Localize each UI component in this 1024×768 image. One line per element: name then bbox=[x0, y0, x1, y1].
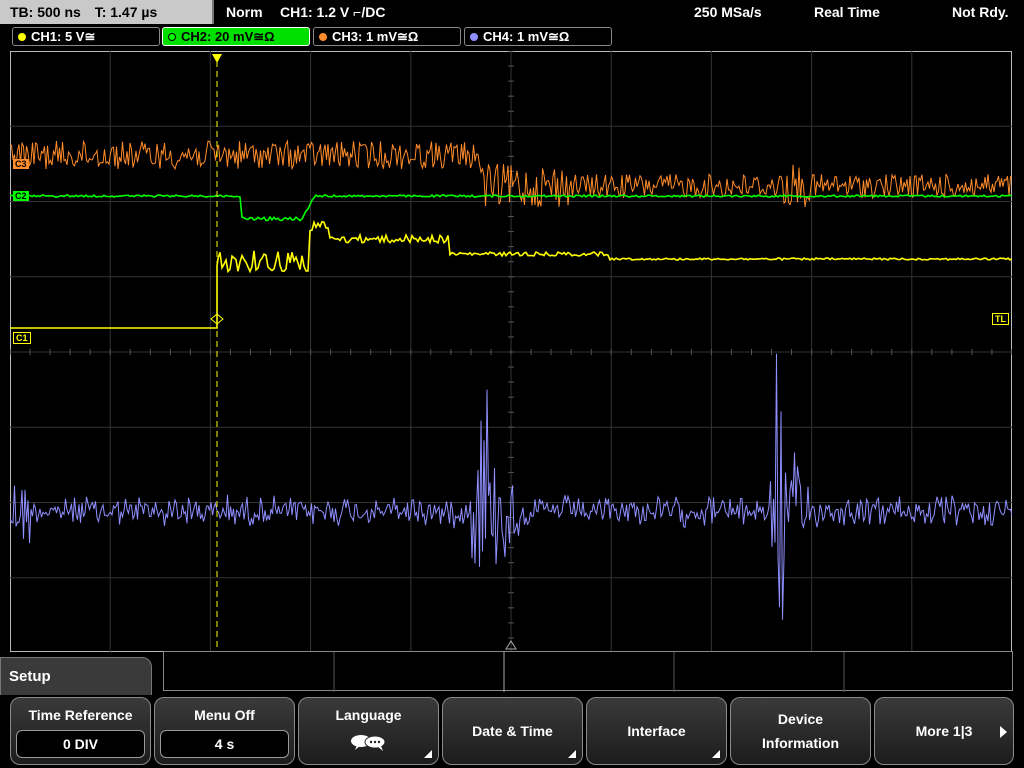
softkey-label: Interface bbox=[627, 723, 686, 739]
softkey-time-reference[interactable]: Time Reference 0 DIV bbox=[10, 697, 151, 765]
ch3-ref-label: C3 bbox=[15, 159, 27, 169]
ch4-color-dot bbox=[470, 33, 478, 41]
channel-label: CH4: 1 mV≅Ω bbox=[483, 29, 570, 44]
ch1-color-dot bbox=[18, 33, 26, 41]
ch2-ref-label: C2 bbox=[15, 191, 27, 201]
softkey-language[interactable]: Language bbox=[298, 697, 439, 765]
menu-off-value[interactable]: 4 s bbox=[160, 730, 289, 758]
softkey-more[interactable]: More 1|3 bbox=[874, 697, 1014, 765]
trigger-level-marker[interactable]: TL bbox=[992, 313, 1009, 325]
zoom-overview-strip[interactable] bbox=[163, 651, 1013, 692]
softkey-bar: Time Reference 0 DIV Menu Off 4 s Langua… bbox=[0, 695, 1024, 768]
submenu-corner-icon bbox=[568, 750, 576, 758]
softkey-label: Menu Off bbox=[194, 707, 255, 723]
channel-bar: CH1: 5 V≅ CH2: 20 mV≅Ω CH3: 1 mV≅Ω CH4: … bbox=[0, 24, 1024, 50]
ch3-color-dot bbox=[319, 33, 327, 41]
softkey-device-information[interactable]: Device Information bbox=[730, 697, 871, 765]
softkey-label: Device bbox=[777, 711, 824, 727]
sample-rate: 250 MSa/s bbox=[694, 4, 762, 20]
next-page-arrow-icon bbox=[1000, 726, 1007, 738]
softkey-interface[interactable]: Interface bbox=[586, 697, 727, 765]
submenu-corner-icon bbox=[712, 750, 720, 758]
channel-tab-ch3[interactable]: CH3: 1 mV≅Ω bbox=[313, 27, 461, 46]
trigger-time-value: T: 1.47 µs bbox=[94, 4, 158, 20]
trigger-mode[interactable]: Norm bbox=[226, 0, 263, 24]
softkey-label: Date & Time bbox=[472, 723, 553, 739]
channel-tab-ch2[interactable]: CH2: 20 mV≅Ω bbox=[162, 27, 310, 46]
acquisition-mode: Real Time bbox=[814, 4, 880, 20]
softkey-menu-off[interactable]: Menu Off 4 s bbox=[154, 697, 295, 765]
timebase-box[interactable]: TB: 500 ns T: 1.47 µs bbox=[0, 0, 214, 24]
menu-title: Setup bbox=[9, 668, 51, 685]
softkey-label: More 1|3 bbox=[915, 723, 973, 739]
trigger-info[interactable]: CH1: 1.2 V ⌐/DC bbox=[280, 0, 385, 24]
channel-label: CH1: 5 V≅ bbox=[31, 29, 96, 44]
menu-title-tab: Setup bbox=[0, 657, 152, 697]
channel-tab-ch1[interactable]: CH1: 5 V≅ bbox=[12, 27, 160, 46]
ch3-ref-marker[interactable]: C3 bbox=[13, 159, 29, 169]
channel-tab-ch4[interactable]: CH4: 1 mV≅Ω bbox=[464, 27, 612, 46]
waveform-canvas bbox=[10, 51, 1012, 653]
zoom-strip-grid bbox=[333, 652, 845, 692]
speech-bubbles-icon bbox=[351, 735, 386, 751]
waveform-display[interactable]: C3 C2 C1 TL bbox=[10, 51, 1012, 653]
softkey-label: Language bbox=[335, 707, 402, 723]
trigger-level-label: TL bbox=[995, 314, 1006, 324]
channel-label: CH2: 20 mV≅Ω bbox=[181, 29, 275, 44]
status-bar: TB: 500 ns T: 1.47 µs Norm CH1: 1.2 V ⌐/… bbox=[0, 0, 1024, 24]
time-reference-value[interactable]: 0 DIV bbox=[16, 730, 145, 758]
softkey-date-time[interactable]: Date & Time bbox=[442, 697, 583, 765]
channel-label: CH3: 1 mV≅Ω bbox=[332, 29, 419, 44]
submenu-corner-icon bbox=[424, 750, 432, 758]
ch2-color-dot bbox=[168, 33, 176, 41]
ch2-ref-marker[interactable]: C2 bbox=[13, 191, 29, 201]
softkey-label-line2: Information bbox=[762, 735, 839, 751]
ch1-ref-marker[interactable]: C1 bbox=[13, 332, 31, 344]
ready-state: Not Rdy. bbox=[952, 4, 1009, 20]
timebase-value: TB: 500 ns bbox=[10, 4, 81, 20]
ch1-ref-label: C1 bbox=[16, 333, 28, 343]
softkey-label: Time Reference bbox=[28, 707, 133, 723]
